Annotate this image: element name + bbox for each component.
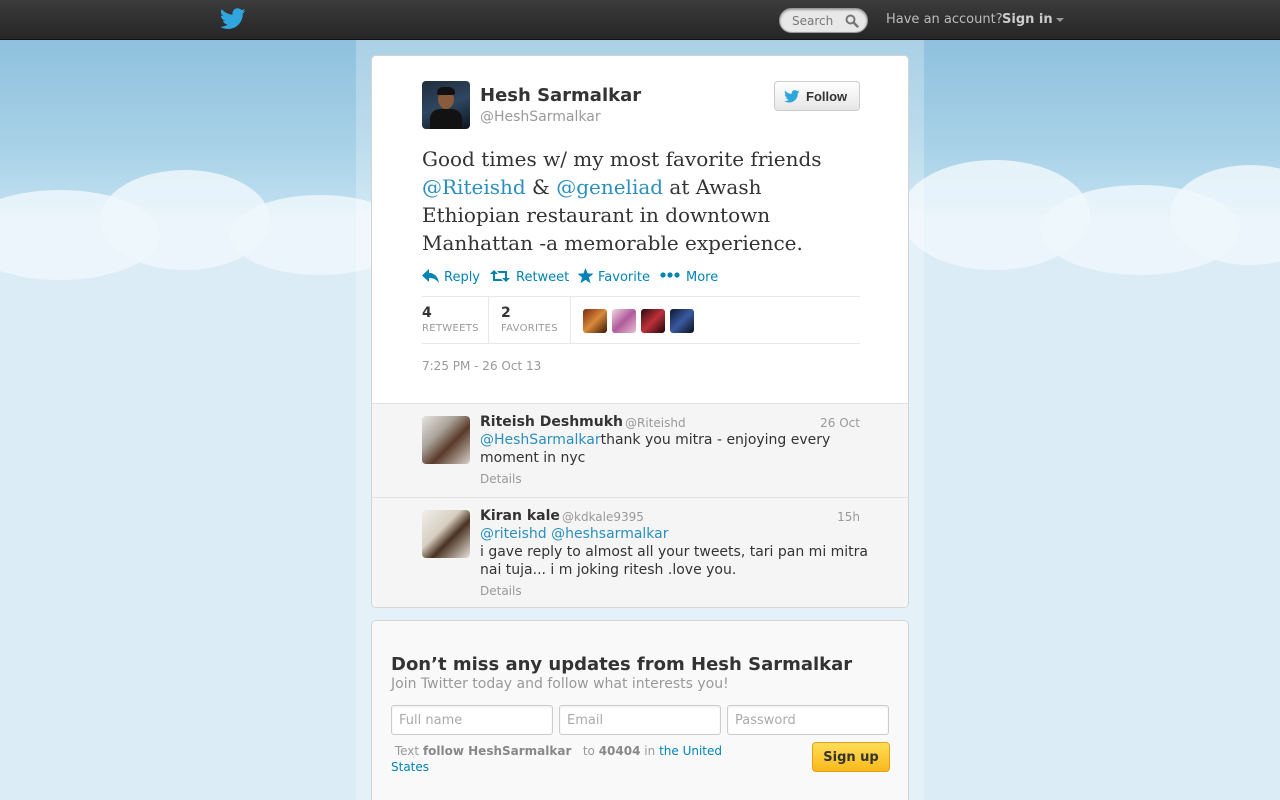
reply-text-body: i gave reply to almost all your tweets, … [480, 544, 869, 578]
twitter-bird-logo-icon[interactable] [220, 8, 246, 30]
reply-author-name[interactable]: Kiran kale [480, 508, 560, 524]
retweet-action[interactable]: Retweet [490, 267, 570, 287]
reply-icon [422, 269, 439, 283]
favorite-action[interactable]: Favorite [577, 267, 650, 287]
sms-text-label: Text [394, 744, 420, 758]
reply-label: Reply [444, 270, 481, 285]
tweet-timestamp[interactable]: 7:25 PM - 26 Oct 13 [422, 359, 541, 373]
reply-author-handle[interactable]: @Riteishd [625, 416, 686, 430]
favorites-label: FAVORITES [501, 323, 558, 334]
favorites-count: 2 [501, 305, 511, 321]
mention-link[interactable]: @geneliad [556, 175, 663, 199]
more-action[interactable]: More [660, 267, 718, 287]
sms-number: 40404 [598, 744, 641, 758]
reply-details-link[interactable]: Details [480, 472, 522, 486]
reply-action[interactable]: Reply [422, 267, 480, 287]
retweets-label: RETWEETS [422, 323, 479, 334]
retweets-stat[interactable]: 4 RETWEETS [422, 297, 488, 343]
follow-label: Follow [806, 89, 848, 104]
mention-link[interactable]: @heshsarmalkar [551, 526, 668, 542]
reply-item: Riteish Deshmukh @Riteishd 26 Oct @HeshS… [372, 403, 908, 497]
more-dots-icon [660, 272, 680, 278]
reply-details-link[interactable]: Details [480, 584, 522, 598]
sms-follow-text: Text follow HeshSarmalkar to 40404 in th… [391, 743, 751, 775]
avatar-figure [430, 109, 462, 129]
full-name-field[interactable] [391, 705, 553, 735]
follow-button[interactable]: Follow [774, 81, 860, 111]
caret-down-icon [1055, 17, 1064, 22]
star-icon [577, 268, 594, 284]
sms-command: follow HeshSarmalkar [422, 744, 572, 758]
reply-author-handle[interactable]: @kdkale9395 [562, 510, 644, 524]
reply-time[interactable]: 26 Oct [820, 416, 860, 430]
signup-title: Don’t miss any updates from Hesh Sarmalk… [391, 654, 853, 675]
author-name[interactable]: Hesh Sarmalkar [480, 85, 641, 106]
sign-up-button[interactable]: Sign up [812, 742, 890, 772]
search-input[interactable] [792, 13, 848, 29]
more-label: More [686, 270, 719, 285]
reply-avatar[interactable] [422, 510, 470, 558]
sms-in-label: in [644, 744, 656, 758]
mention-link[interactable]: @HeshSarmalkar [480, 432, 601, 448]
favoriter-avatar[interactable] [641, 309, 665, 333]
favorites-stat[interactable]: 2 FAVORITES [501, 297, 571, 343]
author-avatar[interactable] [422, 81, 470, 129]
top-bar: Have an account? Sign in [0, 0, 1280, 40]
retweet-icon [490, 270, 510, 282]
reply-text: @riteishd @heshsarmalkar i gave reply to … [480, 525, 875, 579]
favoriter-avatar[interactable] [670, 309, 694, 333]
favoriter-avatar[interactable] [612, 309, 636, 333]
magnifier-icon[interactable] [845, 14, 859, 28]
reply-time[interactable]: 15h [837, 510, 860, 524]
have-account-text: Have an account? [886, 12, 1003, 27]
reply-author-name[interactable]: Riteish Deshmukh [480, 414, 623, 430]
reply-avatar[interactable] [422, 416, 470, 464]
avatar-hair [437, 87, 455, 95]
sms-to-label: to [582, 744, 595, 758]
favoriter-avatar[interactable] [583, 309, 607, 333]
tweet-actions: Reply Retweet Favorite More [422, 267, 862, 287]
stat-divider [488, 297, 489, 343]
tweet-card: Hesh Sarmalkar @HeshSarmalkar Follow Goo… [371, 55, 909, 608]
mention-link[interactable]: @Riteishd [422, 175, 526, 199]
password-field[interactable] [727, 705, 889, 735]
author-handle[interactable]: @HeshSarmalkar [480, 109, 601, 125]
signup-card: Don’t miss any updates from Hesh Sarmalk… [371, 620, 909, 800]
sign-in-link[interactable]: Sign in [1002, 12, 1064, 27]
tweet-text-part: & [525, 175, 557, 199]
twitter-bird-icon [784, 90, 800, 103]
reply-item: Kiran kale @kdkale9395 15h @riteishd @he… [372, 497, 908, 607]
favorite-label: Favorite [598, 270, 650, 285]
retweet-label: Retweet [516, 270, 570, 285]
sign-in-label: Sign in [1002, 12, 1053, 27]
mention-link[interactable]: @riteishd [480, 526, 547, 542]
tweet-stats: 4 RETWEETS 2 FAVORITES [422, 296, 860, 344]
tweet-text: Good times w/ my most favorite friends @… [422, 145, 862, 257]
email-field[interactable] [559, 705, 721, 735]
signup-subtitle: Join Twitter today and follow what inter… [391, 676, 729, 692]
stat-divider [570, 297, 571, 343]
search-box[interactable] [779, 8, 868, 33]
tweet-text-part: Good times w/ my most favorite friends [422, 147, 822, 171]
retweets-count: 4 [422, 305, 432, 321]
reply-text: @HeshSarmalkarthank you mitra - enjoying… [480, 431, 875, 467]
